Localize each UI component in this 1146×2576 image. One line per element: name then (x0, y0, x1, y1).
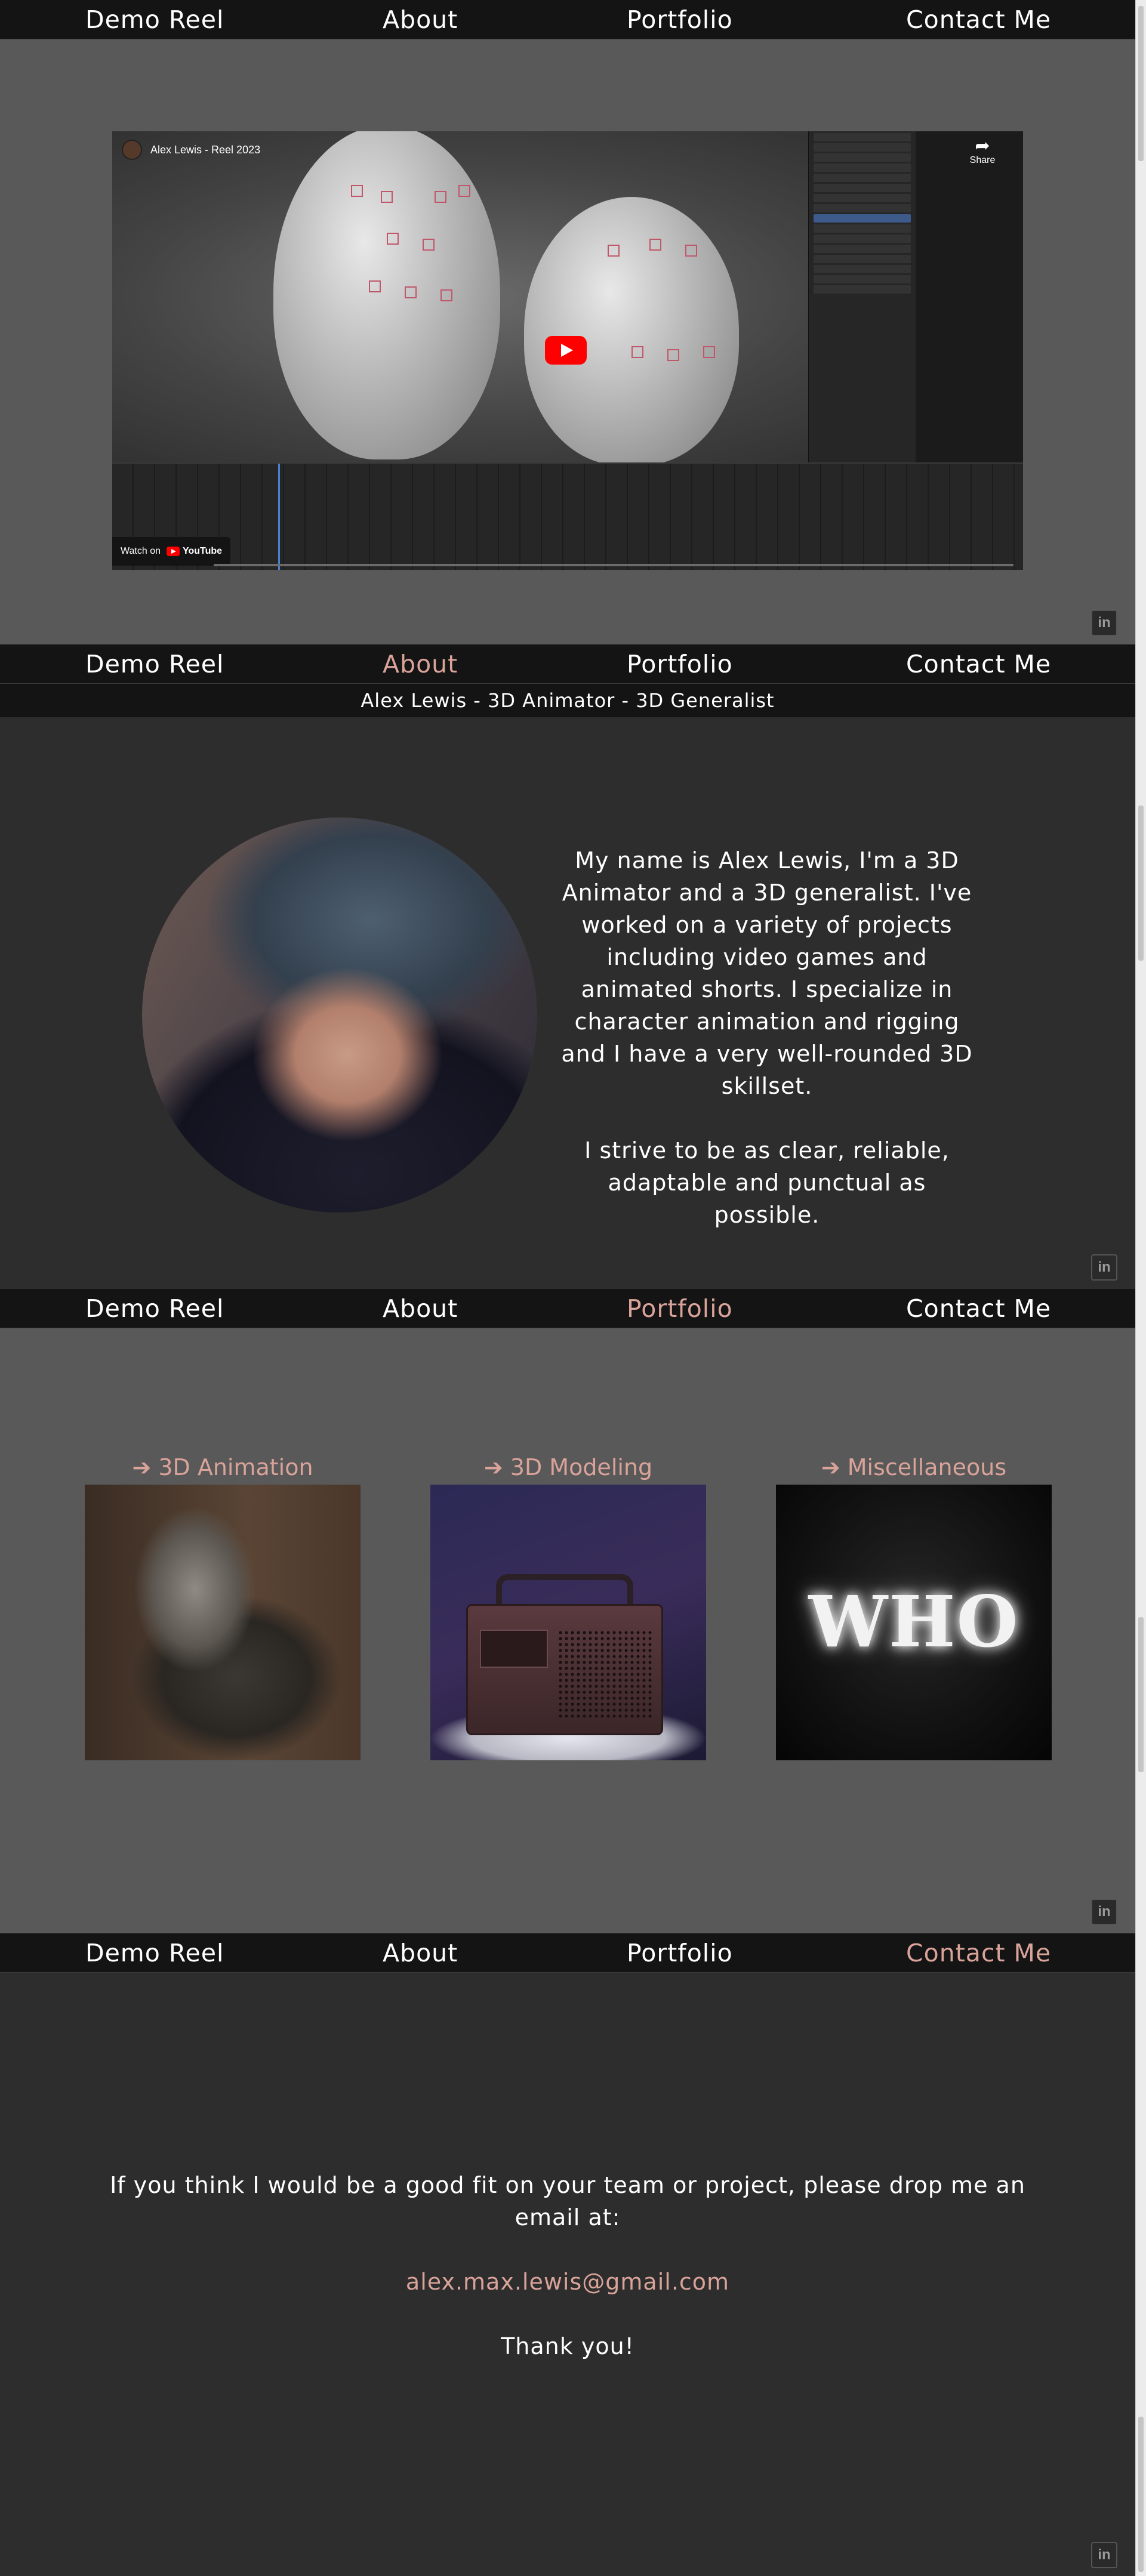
video-progress-bar[interactable] (214, 564, 1013, 566)
linkedin-icon[interactable]: in (1091, 610, 1117, 636)
nav-contact[interactable]: Contact Me (906, 1933, 1051, 1973)
nav-about[interactable]: About (383, 1289, 458, 1328)
watch-on-youtube-button[interactable]: Watch on YouTube (112, 537, 231, 566)
portfolio-item-3d-animation: ➔ 3D Animation (85, 1450, 361, 1760)
rig-control (381, 191, 393, 203)
contact-thanks: Thank you! (501, 2333, 634, 2359)
nav-portfolio[interactable]: Portfolio (627, 1933, 733, 1973)
nav-demo-reel[interactable]: Demo Reel (85, 1933, 224, 1973)
nav-contact[interactable]: Contact Me (906, 0, 1051, 39)
nav-about[interactable]: About (383, 644, 458, 684)
profile-photo (142, 817, 537, 1213)
rig-control (405, 286, 417, 298)
contact-nav: Demo Reel About Portfolio Contact Me (0, 1933, 1135, 1973)
rig-control (440, 289, 452, 301)
share-label: Share (969, 155, 996, 165)
rig-control (703, 346, 715, 358)
nav-portfolio[interactable]: Portfolio (627, 1289, 733, 1328)
youtube-logo: YouTube (167, 546, 222, 557)
scrollbar-thumb[interactable] (1138, 2417, 1144, 2572)
nav-portfolio[interactable]: Portfolio (627, 644, 733, 684)
play-button[interactable] (545, 336, 587, 365)
nav-about[interactable]: About (383, 1933, 458, 1973)
who-logo-text: WHO (808, 1580, 1019, 1663)
rig-control (608, 245, 620, 257)
watch-on-label: Watch on (121, 546, 161, 556)
about-nav: Demo Reel About Portfolio Contact Me (0, 644, 1135, 684)
portfolio-item-miscellaneous: ➔ Miscellaneous WHO (776, 1450, 1052, 1760)
nav-portfolio[interactable]: Portfolio (627, 0, 733, 39)
top-nav: Demo Reel About Portfolio Contact Me (0, 0, 1135, 39)
radio-model (466, 1604, 663, 1735)
head-model-right (524, 197, 739, 465)
contact-block: If you think I would be a good fit on yo… (107, 2169, 1028, 2362)
rig-control (649, 239, 661, 251)
outliner-panel (808, 131, 916, 462)
rig-control (631, 346, 643, 358)
portfolio-link-3d-modeling[interactable]: ➔ 3D Modeling (430, 1450, 706, 1485)
nav-contact[interactable]: Contact Me (906, 1289, 1051, 1328)
rig-control (423, 239, 435, 251)
rig-control (458, 185, 470, 197)
about-paragraph-1: My name is Alex Lewis, I'm a 3D Animator… (561, 847, 973, 1099)
demo-reel-video[interactable]: Alex Lewis - Reel 2023 ➦ Share Watch on … (112, 131, 1023, 570)
rig-control (685, 245, 697, 257)
portfolio-thumb-3d-animation[interactable] (85, 1485, 361, 1760)
portfolio-thumb-3d-modeling[interactable] (430, 1485, 706, 1760)
video-title-bar[interactable]: Alex Lewis - Reel 2023 (122, 140, 260, 160)
scrollbar-thumb[interactable] (1138, 6, 1144, 161)
portfolio-link-3d-animation[interactable]: ➔ 3D Animation (85, 1450, 361, 1485)
share-icon: ➦ (975, 136, 990, 156)
contact-email-link[interactable]: alex.max.lewis@gmail.com (107, 2266, 1028, 2298)
share-button[interactable]: ➦ Share (965, 137, 1000, 166)
scrollbar-thumb[interactable] (1138, 806, 1144, 961)
nav-demo-reel[interactable]: Demo Reel (85, 644, 224, 684)
nav-about[interactable]: About (383, 0, 458, 39)
portfolio-thumb-miscellaneous[interactable]: WHO (776, 1485, 1052, 1760)
linkedin-icon[interactable]: in (1091, 1899, 1117, 1925)
channel-avatar[interactable] (122, 140, 142, 160)
demo-reel-section: Demo Reel About Portfolio Contact Me Ale… (0, 0, 1135, 644)
rig-control (369, 280, 381, 292)
nav-demo-reel[interactable]: Demo Reel (85, 0, 224, 39)
nav-contact[interactable]: Contact Me (906, 644, 1051, 684)
head-model-left (273, 131, 500, 459)
scrollbar-thumb[interactable] (1138, 1617, 1144, 1772)
playhead (278, 464, 280, 570)
about-paragraph-2: I strive to be as clear, reliable, adapt… (584, 1137, 950, 1228)
rig-control (667, 349, 679, 361)
youtube-play-icon (167, 547, 180, 556)
portfolio-item-3d-modeling: ➔ 3D Modeling (430, 1450, 706, 1760)
video-title[interactable]: Alex Lewis - Reel 2023 (150, 144, 260, 156)
about-subtitle: Alex Lewis - 3D Animator - 3D Generalist (0, 684, 1135, 717)
linkedin-icon[interactable]: in (1091, 2542, 1117, 2568)
page-scrollbar[interactable] (1135, 0, 1146, 2576)
portfolio-nav: Demo Reel About Portfolio Contact Me (0, 1289, 1135, 1328)
rig-control (387, 233, 399, 245)
portfolio-link-miscellaneous[interactable]: ➔ Miscellaneous (776, 1450, 1052, 1485)
timeline-panel (112, 462, 1023, 570)
video-frame (112, 131, 916, 465)
linkedin-icon[interactable]: in (1091, 1254, 1117, 1281)
youtube-label: YouTube (183, 546, 223, 556)
nav-demo-reel[interactable]: Demo Reel (85, 1289, 224, 1328)
rig-control (435, 191, 446, 203)
about-text: My name is Alex Lewis, I'm a 3D Animator… (552, 844, 982, 1231)
rig-control (351, 185, 363, 197)
contact-message: If you think I would be a good fit on yo… (110, 2172, 1025, 2231)
